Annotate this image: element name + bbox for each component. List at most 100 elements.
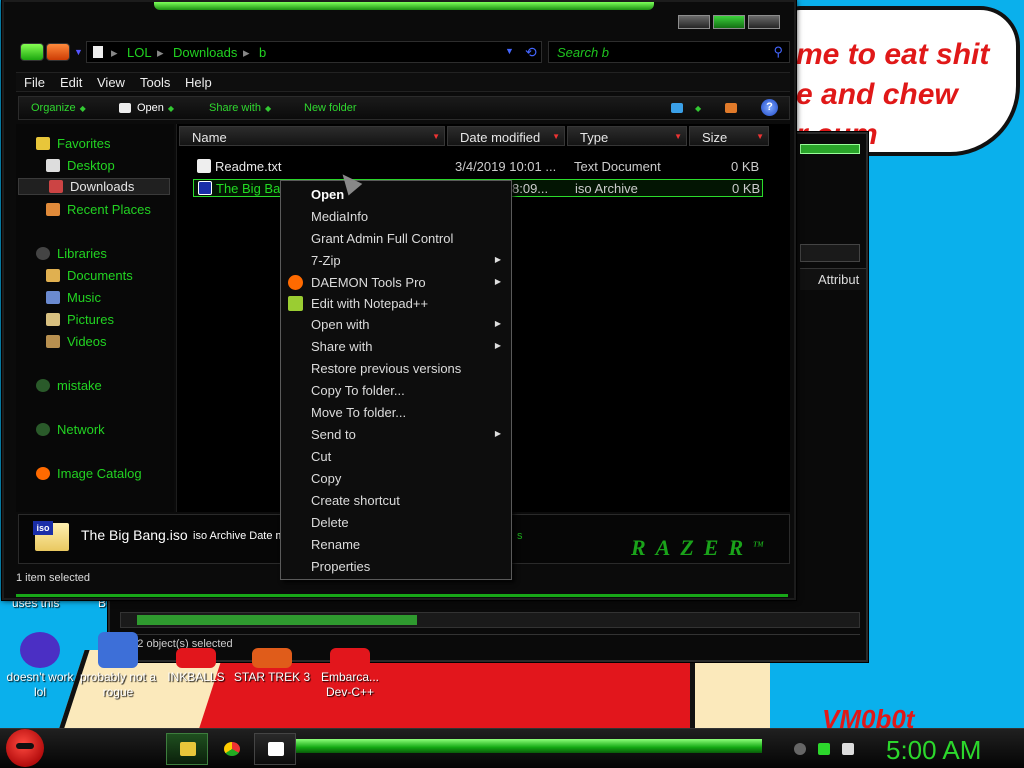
action-center-icon[interactable]	[818, 743, 830, 755]
change-view-icon[interactable]	[671, 103, 683, 113]
menu-properties[interactable]: Properties	[281, 556, 511, 577]
volume-icon[interactable]	[842, 743, 854, 755]
maximize-button[interactable]	[713, 15, 745, 29]
desktop-icon-inkballs[interactable]: INKBALLS	[156, 648, 236, 685]
navigation-pane: Favorites Desktop Downloads Recent Place…	[16, 124, 174, 512]
menu-help[interactable]: Help	[185, 75, 212, 90]
refresh-icon[interactable]: ⟲	[525, 44, 537, 61]
desktop-icon-rogue[interactable]: probably not a rogue	[78, 632, 158, 700]
menu-label: Copy	[311, 471, 342, 486]
new-folder-button[interactable]: New folder	[304, 102, 357, 114]
column-type[interactable]: Type ▼	[567, 126, 687, 146]
window-controls[interactable]	[678, 15, 780, 29]
menu-open-with[interactable]: Open with ▶	[281, 314, 511, 335]
menu-copy-to-folder[interactable]: Copy To folder...	[281, 380, 511, 401]
organize-button[interactable]: Organize ◆	[31, 102, 86, 114]
menu-open[interactable]: Open	[281, 184, 511, 205]
breadcrumb-downloads[interactable]: Downloads	[173, 45, 237, 60]
search-icon[interactable]: ⚲	[773, 44, 783, 60]
search-input[interactable]	[549, 42, 749, 63]
address-dropdown-icon[interactable]: ▼	[505, 46, 514, 56]
help-icon[interactable]: ?	[761, 99, 778, 116]
menu-file[interactable]: File	[24, 75, 45, 90]
menu-share-with[interactable]: Share with ▶	[281, 336, 511, 357]
background-window-controls[interactable]	[800, 144, 860, 154]
menu-label: Delete	[311, 515, 349, 530]
file-row-readme[interactable]: Readme.txt 3/4/2019 10:01 ... Text Docum…	[193, 158, 763, 176]
menu-restore-versions[interactable]: Restore previous versions	[281, 358, 511, 379]
menu-create-shortcut[interactable]: Create shortcut	[281, 490, 511, 511]
column-type-label: Type	[580, 130, 609, 145]
nav-desktop[interactable]: Desktop	[46, 158, 115, 173]
inkballs-icon	[176, 648, 216, 668]
image-catalog-icon	[36, 467, 50, 480]
menu-view[interactable]: View	[97, 75, 125, 90]
taskbar-explorer-button[interactable]	[166, 733, 208, 765]
menu-mediainfo[interactable]: MediaInfo	[281, 206, 511, 227]
menu-move-to-folder[interactable]: Move To folder...	[281, 402, 511, 423]
nav-recent-places[interactable]: Recent Places	[46, 202, 151, 217]
menu-edit[interactable]: Edit	[60, 75, 82, 90]
nav-mistake[interactable]: mistake	[36, 378, 102, 393]
menu-tools[interactable]: Tools	[140, 75, 170, 90]
menu-label: Restore previous versions	[311, 361, 462, 376]
star-trek-icon	[252, 648, 292, 668]
show-hidden-icons-icon[interactable]	[794, 743, 806, 755]
details-file-type: iso Archive Date m	[193, 530, 285, 542]
menu-label: Send to	[311, 427, 356, 442]
nav-libraries[interactable]: Libraries	[36, 246, 107, 261]
nav-image-catalog[interactable]: Image Catalog	[36, 466, 142, 481]
background-window-column-header[interactable]: Attribut	[800, 268, 866, 290]
view-dropdown-icon[interactable]: ◆	[691, 102, 701, 114]
menu-label: Copy To folder...	[311, 383, 405, 398]
back-arrow-icon[interactable]	[20, 43, 44, 61]
menu-copy[interactable]: Copy	[281, 468, 511, 489]
taskbar-chrome-button[interactable]	[210, 733, 252, 765]
nav-downloads[interactable]: Downloads	[18, 178, 170, 195]
nav-network[interactable]: Network	[36, 422, 105, 437]
search-box[interactable]: ⚲	[548, 41, 790, 63]
menu-delete[interactable]: Delete	[281, 512, 511, 533]
menu-7zip[interactable]: 7-Zip ▶	[281, 250, 511, 271]
desktop-icon-devcpp[interactable]: Embarca... Dev-C++	[310, 648, 390, 700]
downloads-icon	[49, 180, 63, 193]
column-size[interactable]: Size ▼	[689, 126, 769, 146]
forward-arrow-icon[interactable]	[46, 43, 70, 61]
menu-edit-notepad[interactable]: Edit with Notepad++	[281, 293, 511, 314]
background-window-scrollbar[interactable]	[120, 612, 860, 628]
menu-daemon-tools[interactable]: DAEMON Tools Pro ▶	[281, 272, 511, 293]
nav-videos[interactable]: Videos	[46, 334, 107, 349]
desktop-icon-yahoo[interactable]: doesn't work lol	[0, 632, 80, 700]
start-button-angry-bird-icon[interactable]	[6, 729, 44, 767]
desktop-icon-star-trek[interactable]: STAR TREK 3	[232, 648, 312, 685]
share-with-button[interactable]: Share with ◆	[209, 102, 271, 114]
menu-cut[interactable]: Cut	[281, 446, 511, 467]
text-file-icon	[197, 159, 211, 173]
taskbar-clock[interactable]: 5:00 AM	[886, 735, 981, 766]
minimize-button[interactable]	[678, 15, 710, 29]
column-name[interactable]: Name ▼	[179, 126, 445, 146]
open-button[interactable]: Open ◆	[137, 102, 174, 114]
recent-pages-dropdown-icon[interactable]: ▼	[74, 47, 83, 57]
column-date-modified[interactable]: Date modified ▼	[447, 126, 565, 146]
iso-icon-text: iso	[33, 521, 53, 535]
menu-send-to[interactable]: Send to ▶	[281, 424, 511, 445]
nav-documents[interactable]: Documents	[46, 268, 133, 283]
preview-pane-icon[interactable]	[725, 103, 737, 113]
razer-logo-text: RAZER	[631, 535, 754, 560]
nav-pictures[interactable]: Pictures	[46, 312, 114, 327]
speech-line-1: me to eat shit	[796, 38, 990, 71]
taskbar-7zip-button[interactable]	[254, 733, 296, 765]
breadcrumb-b[interactable]: b	[259, 45, 266, 60]
breadcrumb-lol[interactable]: LOL	[127, 45, 152, 60]
close-button[interactable]	[748, 15, 780, 29]
nav-music[interactable]: Music	[46, 290, 101, 305]
menu-grant-admin[interactable]: Grant Admin Full Control	[281, 228, 511, 249]
nav-favorites[interactable]: Favorites	[36, 136, 110, 151]
background-window-dropdown[interactable]	[800, 244, 860, 262]
address-bar[interactable]: ▸ LOL ▸ Downloads ▸ b ▼ ⟲	[86, 41, 542, 63]
background-window-scroll-thumb[interactable]	[137, 615, 417, 625]
menu-rename[interactable]: Rename	[281, 534, 511, 555]
address-row: ▼ ▸ LOL ▸ Downloads ▸ b ▼ ⟲ ⚲	[18, 40, 790, 64]
devcpp-icon	[330, 648, 370, 668]
